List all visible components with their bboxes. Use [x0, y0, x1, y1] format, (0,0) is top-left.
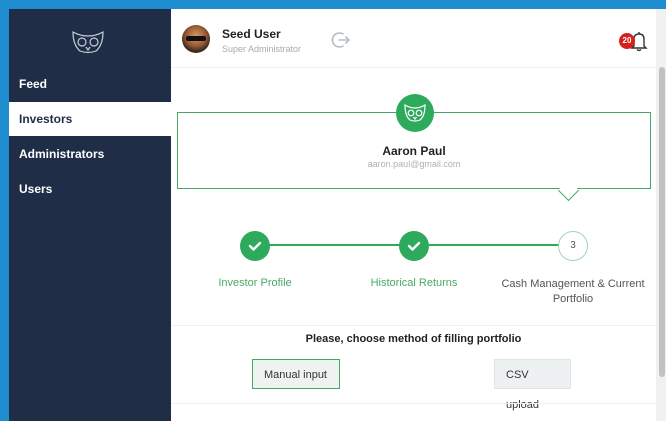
top-header: Seed User Super Administrator 20 [171, 9, 666, 68]
user-role: Super Administrator [222, 44, 302, 54]
user-name: Seed User [222, 27, 281, 41]
csv-upload-button[interactable]: CSV upload [494, 359, 571, 411]
notification-badge: 20 [619, 33, 635, 49]
scrollbar[interactable] [656, 9, 666, 421]
step-3-number[interactable]: 3 [558, 231, 588, 261]
step-3-label: Cash Management & Current Portfolio [501, 278, 645, 305]
logout-icon[interactable] [331, 31, 351, 49]
sidebar: Feed Investors Administrators Users [9, 9, 171, 421]
section-divider-top [171, 325, 656, 326]
owl-logo-icon [72, 30, 104, 54]
user-avatar[interactable] [182, 25, 210, 53]
step-1-label: Investor Profile [218, 277, 292, 289]
step-2-check[interactable] [399, 231, 429, 261]
investor-name: Aaron Paul [382, 144, 446, 158]
investor-owl-icon [396, 94, 434, 132]
manual-input-button[interactable]: Manual input [252, 359, 340, 389]
sidebar-item-users[interactable]: Users [9, 172, 171, 206]
scrollbar-thumb[interactable] [659, 67, 665, 377]
step-connector-2 [429, 244, 579, 246]
method-title: Please, choose method of filling portfol… [305, 333, 522, 345]
section-divider-bottom [171, 403, 656, 404]
step-1-check[interactable] [240, 231, 270, 261]
sidebar-item-investors[interactable]: Investors [9, 102, 171, 136]
sidebar-item-feed[interactable]: Feed [9, 67, 171, 101]
check-icon [407, 241, 421, 251]
investor-email: aaron.paul@gmail.com [367, 159, 461, 169]
check-icon [248, 241, 262, 251]
sidebar-item-administrators[interactable]: Administrators [9, 137, 171, 171]
step-2-label: Historical Returns [370, 277, 458, 289]
step-connector-1 [254, 244, 414, 246]
app-window: Feed Investors Administrators Users Seed… [9, 9, 666, 421]
